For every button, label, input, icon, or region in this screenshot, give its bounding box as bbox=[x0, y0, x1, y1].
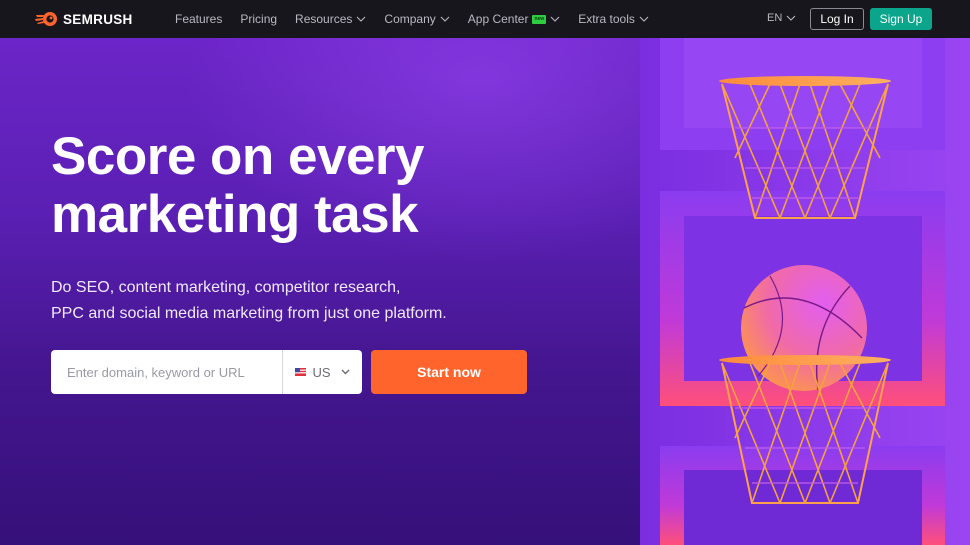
hero-title-line-2: marketing task bbox=[51, 185, 419, 244]
login-button[interactable]: Log In bbox=[810, 8, 864, 30]
logo-wordmark: SEMRUSH bbox=[63, 11, 133, 27]
hero-title: Score on every marketing task bbox=[51, 128, 511, 244]
basketball bbox=[741, 265, 867, 391]
nav-item-app-center[interactable]: App Center new bbox=[468, 12, 560, 26]
nav-item-resources[interactable]: Resources bbox=[295, 12, 366, 26]
semrush-logo[interactable]: SEMRUSH bbox=[35, 10, 133, 28]
flaming-ball-icon bbox=[35, 12, 57, 26]
language-selector[interactable]: EN bbox=[767, 12, 796, 24]
domain-search-input[interactable] bbox=[51, 350, 282, 394]
hero-title-line-1: Score on every bbox=[51, 127, 425, 186]
main-menu: Features Pricing Resources Company App C… bbox=[175, 0, 667, 38]
chevron-down-icon bbox=[357, 16, 366, 22]
us-flag-icon bbox=[295, 368, 307, 376]
country-label: US bbox=[312, 364, 331, 380]
basketball-hoops-illustration bbox=[640, 38, 970, 545]
nav-item-label: Company bbox=[384, 12, 436, 26]
chevron-down-icon bbox=[440, 16, 450, 22]
country-select[interactable]: US bbox=[282, 350, 362, 394]
chevron-down-icon bbox=[639, 16, 649, 22]
start-now-button[interactable]: Start now bbox=[371, 350, 527, 394]
nav-item-extra-tools[interactable]: Extra tools bbox=[578, 12, 649, 26]
top-nav: SEMRUSH Features Pricing Resources Compa… bbox=[0, 0, 970, 38]
nav-item-label: Features bbox=[175, 12, 223, 26]
hero-subtitle-line-1: Do SEO, content marketing, competitor re… bbox=[51, 279, 401, 296]
signup-button[interactable]: Sign Up bbox=[870, 8, 932, 30]
nav-item-label: Extra tools bbox=[578, 12, 635, 26]
new-badge: new bbox=[532, 14, 547, 24]
hero-subtitle: Do SEO, content marketing, competitor re… bbox=[51, 275, 531, 327]
chevron-down-icon bbox=[786, 15, 796, 21]
language-label: EN bbox=[767, 12, 783, 24]
nav-item-pricing[interactable]: Pricing bbox=[240, 12, 277, 26]
nav-item-features[interactable]: Features bbox=[175, 12, 222, 26]
nav-item-label: Resources bbox=[295, 12, 353, 26]
chevron-down-icon bbox=[550, 16, 560, 22]
hero-subtitle-line-2: PPC and social media marketing from just… bbox=[51, 305, 447, 322]
domain-search-form: US bbox=[51, 350, 362, 394]
nav-item-label: Pricing bbox=[240, 12, 278, 26]
hero-section: Score on every marketing task Do SEO, co… bbox=[0, 38, 970, 545]
nav-item-label: App Center bbox=[467, 12, 529, 26]
chevron-down-icon bbox=[341, 369, 350, 375]
nav-item-company[interactable]: Company bbox=[384, 12, 450, 26]
